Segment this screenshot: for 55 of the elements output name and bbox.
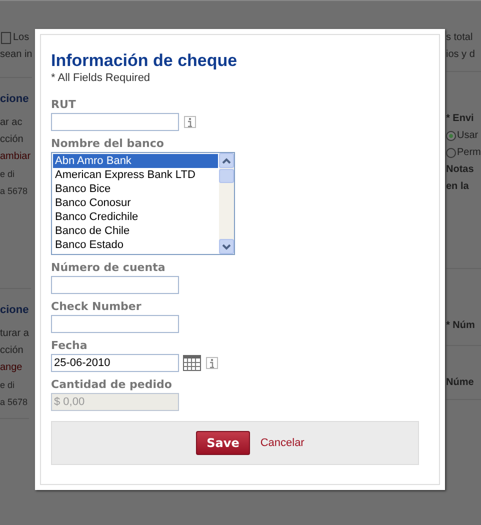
calendar-icon[interactable]: [183, 355, 201, 371]
address-text: a 5678: [0, 185, 29, 198]
required-note: * All Fields Required: [51, 72, 150, 84]
background-text: ios y d: [446, 48, 476, 62]
field-label: Check Number: [51, 300, 142, 314]
date-field[interactable]: 25-06-2010: [51, 354, 179, 372]
background-text: turar a: [0, 327, 29, 341]
scroll-up-icon[interactable]: [219, 153, 234, 168]
save-button[interactable]: Save: [196, 431, 250, 455]
dialog-title: Información de cheque: [51, 50, 238, 72]
field-label: Cantidad de pedido: [51, 378, 173, 392]
list-option[interactable]: Banco Conosur: [53, 196, 218, 210]
list-option[interactable]: American Express Bank LTD: [53, 168, 218, 182]
radio-button[interactable]: [446, 148, 456, 158]
background-text: ar ac: [0, 116, 24, 130]
background-text: sean in: [0, 48, 32, 62]
scroll-thumb[interactable]: [219, 169, 234, 183]
text-field[interactable]: [51, 113, 179, 131]
field-label: * Envi: [446, 112, 475, 126]
address-text: e di: [0, 379, 16, 392]
section-heading: cione: [0, 303, 29, 317]
bank-listbox[interactable]: Abn Amro Bank American Express Bank LTD Banco Bice Banco Conosur Banco Credichile Banco de Chile Banco Estado: [51, 152, 235, 255]
list-option[interactable]: Banco Credichile: [53, 210, 218, 224]
field-label: Número de cuenta: [51, 261, 166, 275]
change-link[interactable]: ange: [0, 361, 29, 375]
text-field[interactable]: [51, 315, 179, 333]
background-text: cción: [0, 344, 24, 358]
scroll-down-icon[interactable]: [219, 239, 234, 254]
address-text: a 5678: [0, 396, 29, 409]
list-option[interactable]: Banco Estado: [53, 238, 218, 252]
background-text: cción: [0, 133, 24, 147]
list-option[interactable]: Banco de Chile: [53, 224, 218, 238]
section-heading: cione: [0, 92, 30, 106]
background-text: s total: [446, 31, 474, 45]
scrollbar[interactable]: [219, 153, 234, 254]
field-label: Notas: [446, 163, 475, 177]
radio-label: Perm: [457, 146, 481, 160]
field-label: Nombre del banco: [51, 137, 165, 151]
radio-label: Usar: [457, 129, 478, 143]
change-link[interactable]: ambiar: [0, 150, 31, 164]
info-icon[interactable]: [206, 357, 218, 369]
field-label: en la: [446, 180, 470, 194]
field-label: Fecha: [51, 339, 88, 353]
radio-button[interactable]: [446, 131, 456, 141]
text-field[interactable]: [51, 276, 179, 294]
cancel-link[interactable]: Cancelar: [260, 437, 304, 449]
field-label: Núme: [446, 376, 475, 390]
info-icon[interactable]: [184, 116, 196, 128]
checkbox[interactable]: [1, 32, 11, 44]
list-option[interactable]: Banco Bice: [53, 182, 218, 196]
background-text: Los: [13, 31, 30, 45]
list-option[interactable]: Abn Amro Bank: [53, 154, 218, 168]
address-text: e di: [0, 168, 16, 181]
field-label: * Núm: [446, 319, 476, 333]
field-label: RUT: [51, 98, 77, 112]
